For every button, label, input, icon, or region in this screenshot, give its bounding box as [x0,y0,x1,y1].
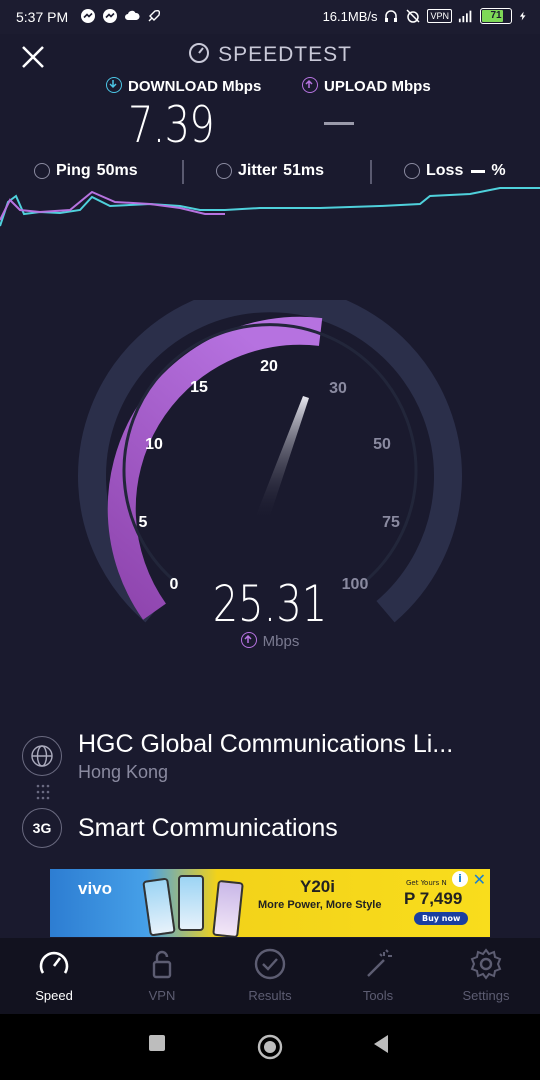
check-circle-icon [254,948,286,980]
messenger-icon [103,9,117,23]
download-label: DOWNLOAD Mbps [106,77,261,95]
ad-model: Y20i [300,877,335,896]
isp-name: Smart Communications [78,814,338,842]
tab-results[interactable]: Results [216,946,324,1003]
status-time: 5:37 PM [16,9,69,25]
gauge-needle [255,396,309,522]
loss-icon [404,163,420,179]
battery-indicator: 71 [480,8,512,24]
magic-wand-icon [367,949,392,977]
gauge-fill [107,316,323,620]
ad-banner[interactable]: vivo Y20i More Power, More Style Get You… [50,869,490,937]
speed-history-graph [0,187,540,227]
headphones-icon [385,10,398,22]
ping-value: 50ms [96,162,138,179]
server-name: HGC Global Communications Li... [78,730,454,758]
ad-brand: vivo [78,879,113,898]
recents-button[interactable] [148,1034,166,1052]
server-location: Hong Kong [78,762,169,782]
gauge-tick-30: 30 [329,380,347,397]
ad-slogan: More Power, More Style [258,899,382,911]
upload-label: UPLOAD Mbps [302,77,431,95]
upload-arrow-icon [302,77,318,93]
lock-icon [152,950,172,979]
tab-speed[interactable]: Speed [0,946,108,1003]
charging-icon [519,11,526,21]
system-nav-bar [0,1014,540,1080]
upload-arrow-icon [240,632,257,648]
ping-icon [34,163,50,179]
jitter-icon [216,163,232,179]
download-trend-line [0,187,540,227]
ad-phone-image [142,877,176,937]
notification-icons [80,8,162,24]
bottom-tab-bar: Speed VPN Results Tools Settings [0,938,540,1014]
loss-metric: Loss % [404,162,506,180]
gauge-tick-75: 75 [382,514,400,531]
current-speed-unit: Mbps [0,632,540,650]
current-speed-value: 25.31 [212,575,328,633]
rocket-icon [148,9,161,22]
globe-icon [22,736,62,776]
tab-vpn[interactable]: VPN [108,946,216,1003]
connection-dots-icon [36,784,50,800]
gear-icon [470,948,502,980]
home-button[interactable] [257,1034,283,1060]
ad-buy-button[interactable]: Buy now [414,912,469,925]
loss-unit: % [491,162,506,179]
back-button[interactable] [372,1034,390,1054]
download-value: 7.39 [128,96,215,154]
ping-metric: Ping 50ms [34,162,138,180]
ad-price: P 7,499 [404,889,463,908]
ad-info-icon[interactable]: i [452,871,468,887]
ad-close-icon[interactable]: ✕ [473,870,486,889]
tab-settings[interactable]: Settings [432,946,540,1003]
app-title-bar: SPEEDTEST [0,42,540,67]
loss-label: Loss [426,162,464,179]
speedometer-icon [39,951,69,974]
speedtest-logo-icon [189,43,210,63]
gauge-tick-10: 10 [145,436,163,453]
network-speed: 16.1MB/s [322,8,378,24]
gauge-tick-5: 5 [139,514,148,531]
alarm-off-icon [406,9,421,23]
jitter-metric: Jitter 51ms [216,162,324,180]
ad-price-caption: Get Yours N [406,879,447,887]
status-bar: 5:37 PM 16.1MB/s VPN 71 [0,0,540,34]
ad-phone-image [212,879,244,937]
ad-phone-image [178,875,204,931]
network-type-badge: 3G [22,808,62,848]
gauge-tick-20: 20 [260,358,278,375]
gauge-tick-15: 15 [190,379,208,396]
download-arrow-icon [106,77,122,93]
upload-value-placeholder [324,122,354,125]
system-icons: 16.1MB/s VPN 71 [323,8,528,24]
tab-tools[interactable]: Tools [324,946,432,1003]
jitter-label: Jitter [238,162,278,179]
cloud-icon [125,10,140,20]
vpn-badge: VPN [427,9,452,23]
gauge-tick-50: 50 [373,436,391,453]
ping-label: Ping [56,162,91,179]
messenger-icon [81,9,95,23]
jitter-value: 51ms [283,162,325,179]
loss-dash [471,169,486,173]
signal-icon [458,10,472,23]
app-title: SPEEDTEST [218,43,352,66]
